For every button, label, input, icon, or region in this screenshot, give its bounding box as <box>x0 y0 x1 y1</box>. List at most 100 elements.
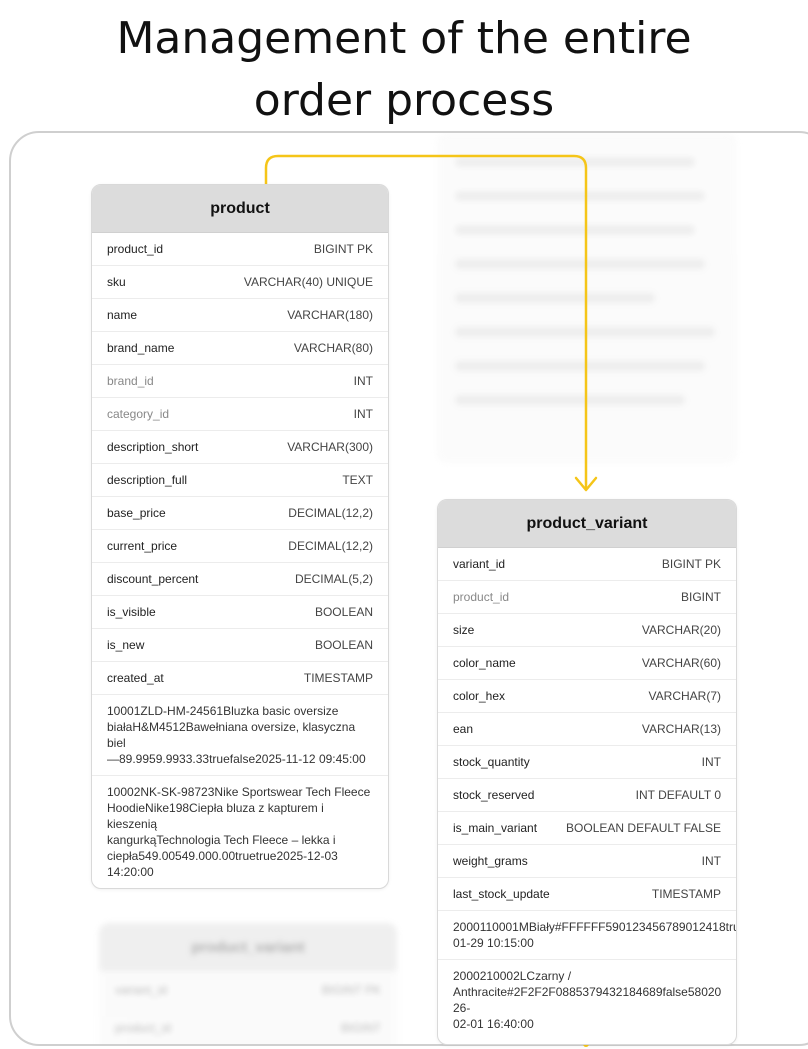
column-type: VARCHAR(300) <box>287 440 373 454</box>
table-row[interactable]: ean VARCHAR(13) <box>438 713 736 746</box>
column-type: TEXT <box>342 473 373 487</box>
table-row[interactable]: weight_grams INT <box>438 845 736 878</box>
column-name: color_hex <box>453 689 506 703</box>
column-type: INT DEFAULT 0 <box>635 788 721 802</box>
ghost-card-top <box>437 133 737 463</box>
column-type: TIMESTAMP <box>651 887 721 901</box>
column-name: is_new <box>107 638 145 652</box>
background-ghost-bottom: product_variant variant_id BIGINT PK pro… <box>99 923 397 1044</box>
ghost-row: product_id BIGINT <box>99 1009 397 1044</box>
column-type: BIGINT PK <box>661 557 721 571</box>
table-row[interactable]: description_short VARCHAR(300) <box>92 431 388 464</box>
product-variant-table-columns: variant_id BIGINT PK product_id BIGINT size V… <box>438 548 736 911</box>
column-name: ean <box>453 722 474 736</box>
column-name: variant_id <box>453 557 506 571</box>
product-variant-table-data: 2000110001MBiały#FFFFFF59012345678901241… <box>438 911 736 1040</box>
table-row[interactable]: category_id INT <box>92 398 388 431</box>
table-row[interactable]: base_price DECIMAL(12,2) <box>92 497 388 530</box>
ghost-row-type: BIGINT PK <box>321 983 381 997</box>
ghost-line <box>455 157 695 167</box>
column-name: base_price <box>107 506 166 520</box>
page-title-line-2: order process <box>253 75 555 126</box>
column-name: product_id <box>453 590 510 604</box>
table-row[interactable]: color_name VARCHAR(60) <box>438 647 736 680</box>
column-type: BOOLEAN <box>314 605 373 619</box>
sample-data-row: 2000110001MBiały#FFFFFF59012345678901241… <box>438 911 736 960</box>
table-row[interactable]: product_id BIGINT PK <box>92 233 388 266</box>
table-row[interactable]: is_main_variant BOOLEAN DEFAULT FALSE <box>438 812 736 845</box>
product-table-columns: product_id BIGINT PK sku VARCHAR(40) UNIQUE… <box>92 233 388 695</box>
column-name: name <box>107 308 138 322</box>
ghost-line <box>455 225 695 235</box>
column-name: brand_id <box>107 374 154 388</box>
product-table-header: product <box>92 185 388 233</box>
column-name: description_full <box>107 473 188 487</box>
table-row[interactable]: stock_quantity INT <box>438 746 736 779</box>
table-row[interactable]: brand_name VARCHAR(80) <box>92 332 388 365</box>
sample-data-row: 10001ZLD-HM-24561Bluzka basic oversize b… <box>92 695 388 776</box>
table-row[interactable]: current_price DECIMAL(12,2) <box>92 530 388 563</box>
ghost-row-type: BIGINT <box>340 1021 381 1035</box>
column-type: VARCHAR(7) <box>648 689 721 703</box>
column-name: brand_name <box>107 341 175 355</box>
table-row[interactable]: last_stock_update TIMESTAMP <box>438 878 736 911</box>
product-table-data: 10001ZLD-HM-24561Bluzka basic oversize b… <box>92 695 388 888</box>
table-row[interactable]: stock_reserved INT DEFAULT 0 <box>438 779 736 812</box>
ghost-row: variant_id BIGINT PK <box>99 971 397 1009</box>
table-row[interactable]: discount_percent DECIMAL(5,2) <box>92 563 388 596</box>
ghost-table-header: product_variant <box>99 923 397 971</box>
column-type: DECIMAL(12,2) <box>288 506 373 520</box>
column-type: VARCHAR(60) <box>641 656 721 670</box>
page-title-line-1: Management of the entire <box>116 13 692 64</box>
column-name: category_id <box>107 407 170 421</box>
ghost-line <box>455 395 685 405</box>
column-name: is_visible <box>107 605 156 619</box>
column-type: INT <box>353 374 373 388</box>
table-row[interactable]: sku VARCHAR(40) UNIQUE <box>92 266 388 299</box>
column-name: current_price <box>107 539 178 553</box>
table-row[interactable]: brand_id INT <box>92 365 388 398</box>
ghost-card-bottom: product_variant variant_id BIGINT PK pro… <box>99 923 397 1044</box>
ghost-row-name: product_id <box>115 1021 172 1035</box>
table-row[interactable]: product_id BIGINT <box>438 581 736 614</box>
ghost-line <box>455 259 705 269</box>
ghost-line <box>455 327 715 337</box>
column-name: stock_reserved <box>453 788 535 802</box>
column-name: description_short <box>107 440 199 454</box>
product-variant-table-header: product_variant <box>438 500 736 548</box>
column-type: INT <box>353 407 373 421</box>
table-row[interactable]: description_full TEXT <box>92 464 388 497</box>
column-type: VARCHAR(80) <box>293 341 373 355</box>
column-name: size <box>453 623 475 637</box>
column-name: created_at <box>107 671 164 685</box>
column-name: color_name <box>453 656 516 670</box>
product-table[interactable]: product product_id BIGINT PK sku VARCHAR(40… <box>91 184 389 889</box>
column-name: sku <box>107 275 126 289</box>
column-type: DECIMAL(12,2) <box>288 539 373 553</box>
ghost-row-name: variant_id <box>115 983 168 997</box>
table-row[interactable]: size VARCHAR(20) <box>438 614 736 647</box>
table-row[interactable]: variant_id BIGINT PK <box>438 548 736 581</box>
column-type: VARCHAR(180) <box>287 308 373 322</box>
sample-data-row: 2000210002LCzarny / Anthracite#2F2F2F088… <box>453 969 722 1031</box>
table-row[interactable]: created_at TIMESTAMP <box>92 662 388 695</box>
column-type: VARCHAR(13) <box>641 722 721 736</box>
table-row[interactable]: is_visible BOOLEAN <box>92 596 388 629</box>
table-row[interactable]: color_hex VARCHAR(7) <box>438 680 736 713</box>
product-variant-table[interactable]: product_variant variant_id BIGINT PK produ… <box>437 499 737 1045</box>
column-name: stock_quantity <box>453 755 530 769</box>
column-type: TIMESTAMP <box>303 671 373 685</box>
column-type: INT <box>701 854 721 868</box>
column-type: BOOLEAN <box>314 638 373 652</box>
column-type: DECIMAL(5,2) <box>294 572 373 586</box>
column-name: weight_grams <box>453 854 528 868</box>
column-name: product_id <box>107 242 164 256</box>
table-row[interactable]: is_new BOOLEAN <box>92 629 388 662</box>
column-type: INT <box>701 755 721 769</box>
column-type: VARCHAR(20) <box>641 623 721 637</box>
table-row[interactable]: name VARCHAR(180) <box>92 299 388 332</box>
column-type: VARCHAR(40) UNIQUE <box>243 275 373 289</box>
column-name: last_stock_update <box>453 887 550 901</box>
ghost-line <box>455 293 655 303</box>
column-type: BIGINT <box>680 590 721 604</box>
